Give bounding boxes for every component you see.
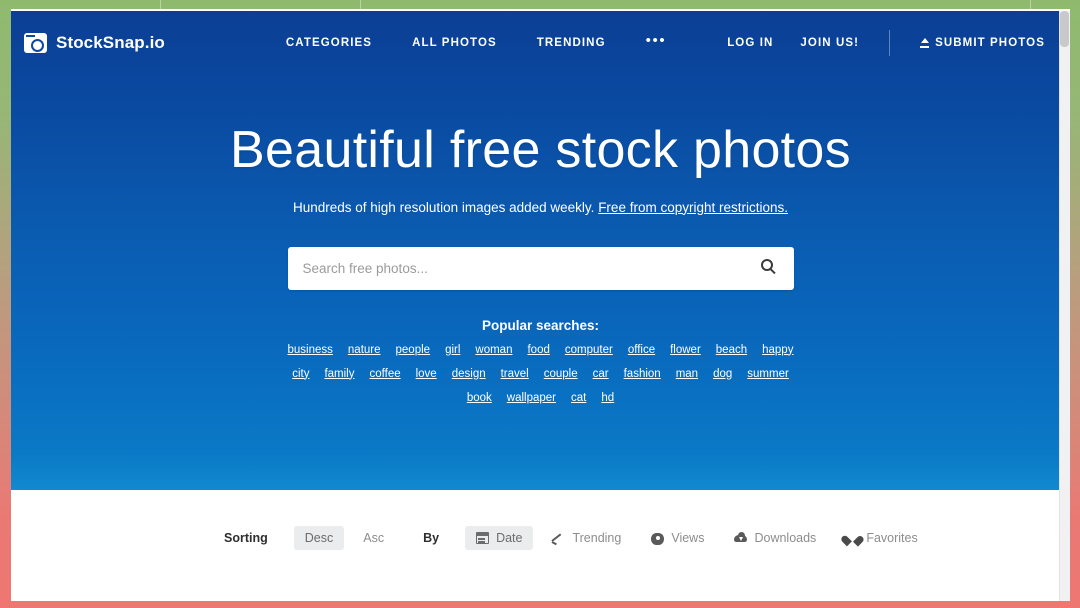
sort-by-downloads[interactable]: Downloads [723, 526, 827, 550]
popular-tag-row: business nature people girl woman food c… [11, 344, 1070, 356]
tag-love[interactable]: love [416, 368, 437, 380]
tag-business[interactable]: business [288, 344, 333, 356]
hero-content: Beautiful free stock photos Hundreds of … [11, 75, 1070, 404]
popular-searches-title: Popular searches: [481, 317, 600, 333]
heart-icon [846, 533, 859, 545]
sort-direction-asc-label: Asc [363, 531, 385, 545]
nav-right-links: LOG IN JOIN US! SUBMIT PHOTOS [727, 30, 1045, 56]
tag-summer[interactable]: summer [747, 368, 789, 380]
sorting-toolbar: Sorting Desc Asc By Date Trending Views [11, 490, 1070, 601]
nav-center-links: CATEGORIES ALL PHOTOS TRENDING ••• [225, 33, 727, 50]
tag-happy[interactable]: happy [762, 344, 793, 356]
sort-by-favorites[interactable]: Favorites [835, 526, 928, 550]
page-scrollbar-thumb[interactable] [1060, 11, 1069, 47]
sort-by-date-label: Date [496, 531, 523, 545]
tag-fashion[interactable]: fashion [624, 368, 661, 380]
tag-design[interactable]: design [452, 368, 486, 380]
tag-food[interactable]: food [527, 344, 549, 356]
nav-item-all-photos[interactable]: ALL PHOTOS [412, 37, 497, 49]
sort-by-downloads-label: Downloads [754, 531, 817, 545]
sort-direction-desc-label: Desc [304, 531, 334, 545]
page-title: Beautiful free stock photos [230, 121, 851, 179]
sort-by-trending[interactable]: Trending [541, 526, 632, 550]
calendar-icon [476, 532, 490, 544]
tag-hd[interactable]: hd [601, 392, 614, 404]
tag-coffee[interactable]: coffee [369, 368, 400, 380]
search-icon[interactable] [758, 257, 780, 279]
viewport: StockSnap.io CATEGORIES ALL PHOTOS TREND… [0, 0, 1080, 608]
tag-city[interactable]: city [292, 368, 309, 380]
tag-wallpaper[interactable]: wallpaper [507, 392, 556, 404]
tag-beach[interactable]: beach [716, 344, 747, 356]
tag-woman[interactable]: woman [475, 344, 512, 356]
nav-item-trending[interactable]: TRENDING [537, 37, 606, 49]
by-label: By [423, 531, 440, 545]
tag-dog[interactable]: dog [713, 368, 732, 380]
tag-flower[interactable]: flower [670, 344, 701, 356]
sort-by-views[interactable]: Views [640, 526, 715, 550]
tag-family[interactable]: family [324, 368, 354, 380]
sorting-label: Sorting [224, 531, 268, 545]
nav-item-join-us[interactable]: JOIN US! [800, 37, 859, 49]
hero-subtitle-text: Hundreds of high resolution images added… [293, 199, 599, 215]
submit-photos-button[interactable]: SUBMIT PHOTOS [920, 37, 1045, 49]
sort-direction-desc[interactable]: Desc [293, 526, 345, 550]
upload-icon [920, 38, 930, 48]
search-bar[interactable] [287, 246, 794, 290]
tag-book[interactable]: book [467, 392, 492, 404]
tag-man[interactable]: man [676, 368, 698, 380]
top-navigation-bar: StockSnap.io CATEGORIES ALL PHOTOS TREND… [11, 11, 1070, 75]
search-input[interactable] [302, 260, 758, 276]
submit-photos-label: SUBMIT PHOTOS [935, 37, 1045, 49]
nav-divider [889, 30, 891, 56]
hero-subtitle: Hundreds of high resolution images added… [11, 200, 1070, 215]
tag-computer[interactable]: computer [565, 344, 613, 356]
cloud-download-icon [734, 532, 748, 544]
popular-tag-row: book wallpaper cat hd [11, 392, 1070, 404]
page-scrollbar[interactable] [1059, 11, 1070, 601]
tag-cat[interactable]: cat [571, 392, 586, 404]
tag-people[interactable]: people [396, 344, 431, 356]
sort-by-trending-label: Trending [572, 531, 622, 545]
browser-page: StockSnap.io CATEGORIES ALL PHOTOS TREND… [11, 9, 1070, 601]
brand-name: StockSnap.io [56, 33, 165, 52]
nav-more-icon[interactable]: ••• [646, 33, 667, 50]
trending-icon [552, 532, 565, 544]
brand-logo[interactable]: StockSnap.io [24, 33, 165, 53]
camera-icon [24, 33, 47, 53]
sort-direction-asc[interactable]: Asc [352, 526, 395, 550]
popular-tag-row: city family coffee love design travel co… [11, 368, 1070, 380]
tag-couple[interactable]: couple [544, 368, 578, 380]
tag-car[interactable]: car [593, 368, 609, 380]
copyright-restrictions-link[interactable]: Free from copyright restrictions. [598, 200, 788, 215]
sort-by-date[interactable]: Date [465, 526, 534, 550]
sort-by-views-label: Views [671, 531, 705, 545]
tag-travel[interactable]: travel [501, 368, 529, 380]
nav-item-categories[interactable]: CATEGORIES [286, 37, 372, 49]
nav-item-log-in[interactable]: LOG IN [727, 37, 773, 49]
hero-section: StockSnap.io CATEGORIES ALL PHOTOS TREND… [11, 11, 1070, 490]
tag-nature[interactable]: nature [348, 344, 381, 356]
sort-by-favorites-label: Favorites [866, 531, 918, 545]
eye-icon [651, 533, 665, 545]
tag-girl[interactable]: girl [445, 344, 460, 356]
tag-office[interactable]: office [628, 344, 655, 356]
